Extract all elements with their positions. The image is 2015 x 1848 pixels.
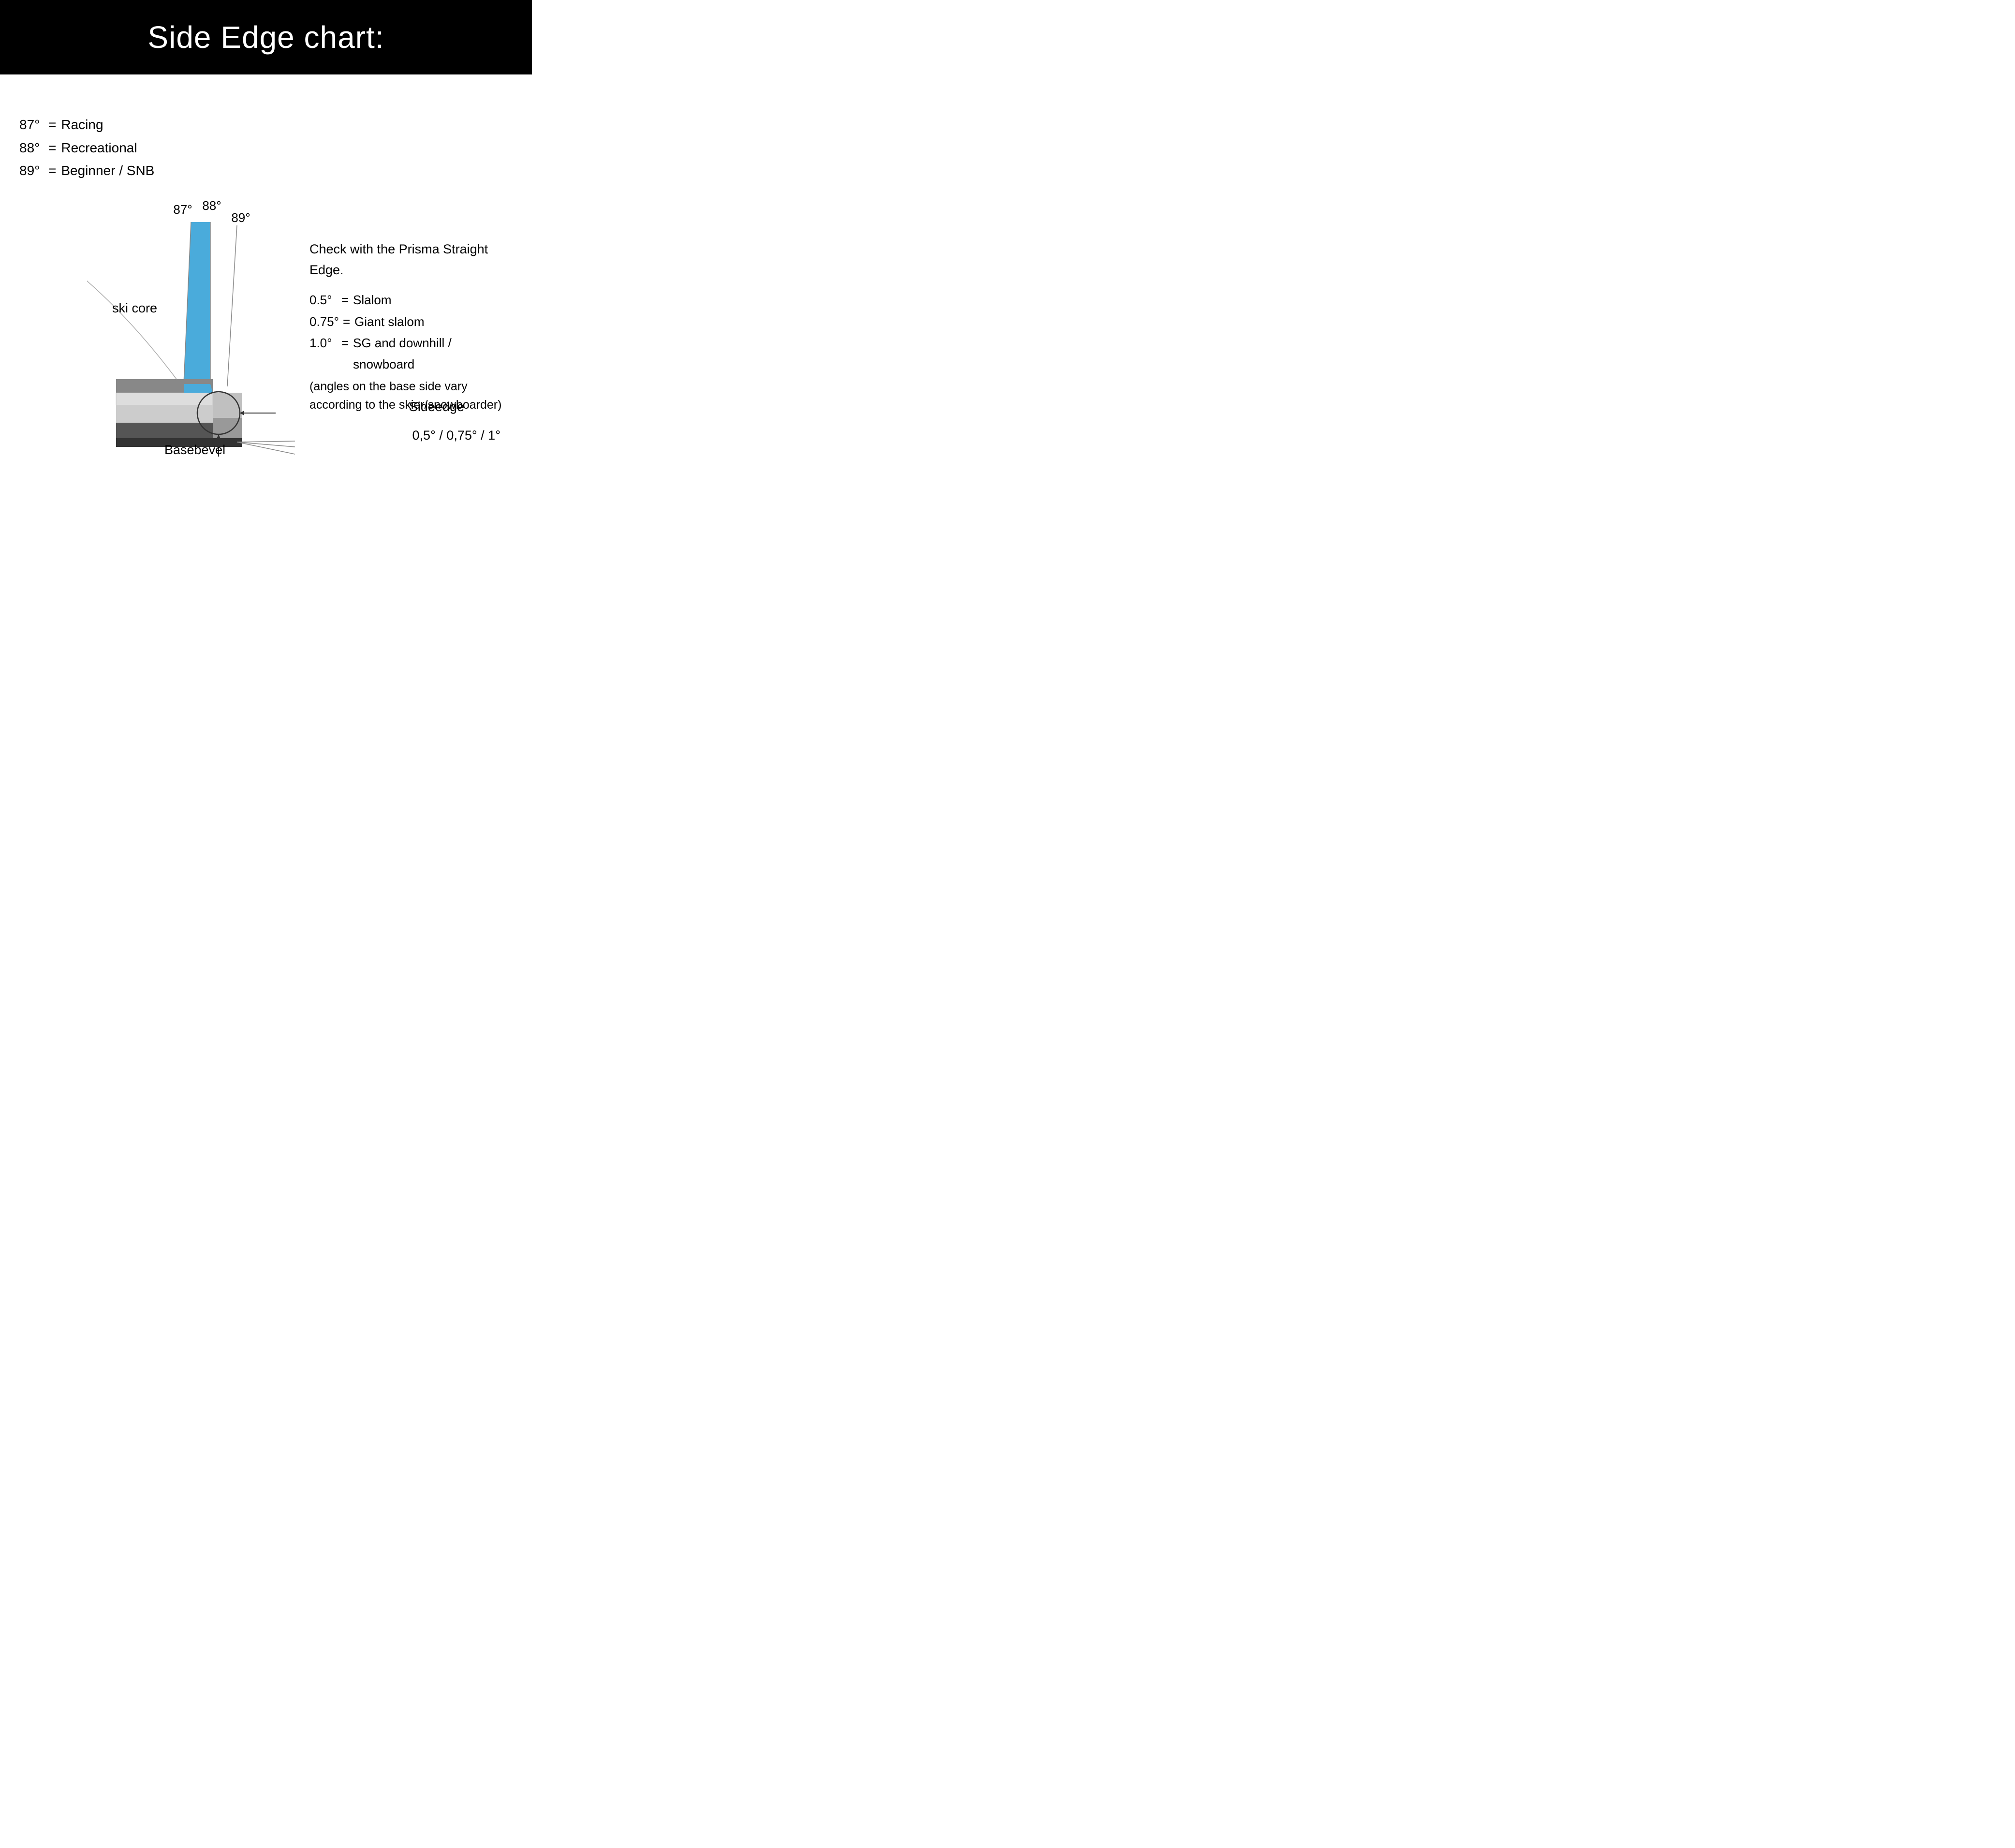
legend-eq-87: = <box>48 113 56 136</box>
basebevel-label: Basebevel <box>164 443 225 458</box>
ski-layer-white <box>116 393 213 405</box>
legend-deg-87: 87° <box>19 113 44 136</box>
angle-deg-slalom: 0.5° <box>309 289 338 310</box>
bevel-line-2 <box>237 442 295 447</box>
angle-eq-slalom: = <box>341 289 349 310</box>
legend-item-88: 88° = Recreational <box>19 136 154 160</box>
bevel-line-3 <box>237 441 295 442</box>
angle-entry-gs: 0.75° = Giant slalom <box>309 311 517 332</box>
angle-88-label: 88° <box>202 198 221 213</box>
legend-label-88: Recreational <box>61 136 137 160</box>
angle-deg-gs: 0.75° <box>309 311 339 332</box>
legend-eq-89: = <box>48 159 56 182</box>
angle-89-label: 89° <box>231 210 250 225</box>
angle-eq-gs: = <box>343 311 351 332</box>
angle-entry-sg: 1.0° = SG and downhill / <box>309 332 517 354</box>
page-header: Side Edge chart: <box>0 0 532 74</box>
blue-bottom <box>184 384 213 393</box>
angle-deg-snowboard <box>309 354 338 375</box>
check-text: Check with the Prisma Straight Edge. <box>309 239 517 281</box>
legend-deg-88: 88° <box>19 136 44 160</box>
sideedge-label: Sideedge <box>409 399 464 414</box>
ski-layer-bottom <box>116 423 213 438</box>
angle-87-label: 87° <box>173 202 192 217</box>
right-info: Check with the Prisma Straight Edge. 0.5… <box>309 239 517 414</box>
ski-core-label: ski core <box>112 301 157 316</box>
legend-item-87: 87° = Racing <box>19 113 154 136</box>
legend-eq-88: = <box>48 136 56 160</box>
legend-item-89: 89° = Beginner / SNB <box>19 159 154 182</box>
angle-label-sg: SG and downhill / <box>353 332 452 354</box>
angle-entry-slalom: 0.5° = Slalom <box>309 289 517 310</box>
angle-label-slalom: Slalom <box>353 289 391 310</box>
legend-label-87: Racing <box>61 113 103 136</box>
edge-bottom <box>213 418 242 438</box>
edge-block <box>213 393 242 418</box>
angle-label-gs: Giant slalom <box>354 311 425 332</box>
legend-deg-89: 89° <box>19 159 44 182</box>
bevel-line-1 <box>237 442 295 454</box>
basebevel-angles: 0,5° / 0,75° / 1° <box>412 428 500 443</box>
main-content: 87° = Racing 88° = Recreational 89° = Be… <box>0 74 532 471</box>
page-title: Side Edge chart: <box>10 19 522 55</box>
angle-deg-sg: 1.0° <box>309 332 338 354</box>
legend: 87° = Racing 88° = Recreational 89° = Be… <box>19 113 154 182</box>
angle-eq-snowboard <box>341 354 349 375</box>
legend-label-89: Beginner / SNB <box>61 159 154 182</box>
angle-label-snowboard: snowboard <box>353 354 414 375</box>
angle-entry-snowboard: snowboard <box>309 354 517 375</box>
angle-eq-sg: = <box>341 332 349 354</box>
line-89 <box>227 225 237 386</box>
